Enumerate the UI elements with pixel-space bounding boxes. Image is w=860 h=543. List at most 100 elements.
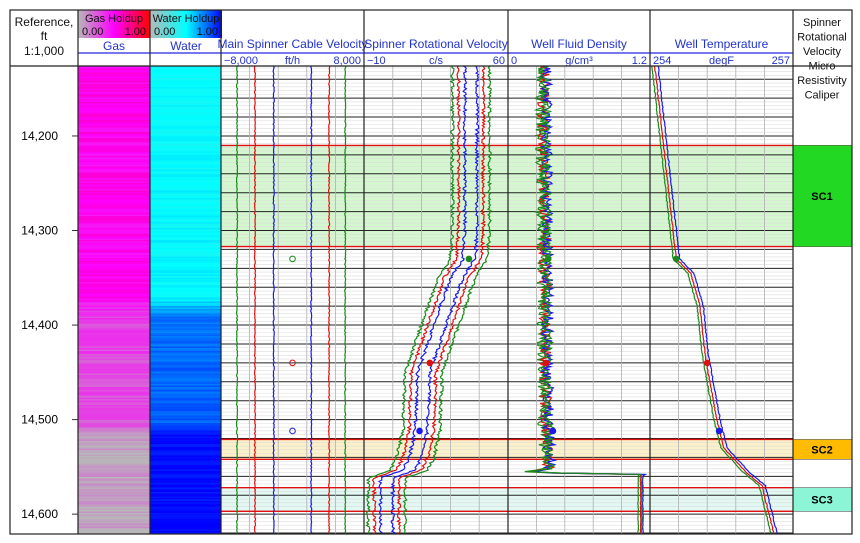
gas-holdup-sample bbox=[78, 514, 150, 517]
water-holdup-sample bbox=[150, 283, 221, 286]
gas-holdup-sample bbox=[78, 229, 150, 232]
water-holdup-sample bbox=[150, 444, 221, 446]
water-holdup-sample bbox=[150, 463, 221, 466]
water-holdup-sample bbox=[150, 88, 221, 91]
water-holdup-sample bbox=[150, 501, 221, 503]
water-holdup-sample bbox=[150, 466, 221, 469]
gas-holdup-sample bbox=[78, 321, 150, 323]
gas-holdup-sample bbox=[78, 418, 150, 421]
water-holdup-sample bbox=[150, 495, 221, 497]
water-holdup-sample bbox=[150, 438, 221, 440]
water-holdup-sample bbox=[150, 450, 221, 452]
gas-holdup-sample bbox=[78, 331, 150, 334]
water-holdup-sample bbox=[150, 252, 221, 254]
water-holdup-sample bbox=[150, 208, 221, 211]
gas-holdup-sample bbox=[78, 462, 150, 464]
gas-holdup-sample bbox=[78, 282, 150, 284]
water-holdup-sample bbox=[150, 237, 221, 239]
water-holdup-sample bbox=[150, 414, 221, 416]
gas-holdup-sample bbox=[78, 469, 150, 472]
water-holdup-sample bbox=[150, 139, 221, 142]
water-holdup-sample bbox=[150, 310, 221, 313]
water-holdup-title: Water Holdup bbox=[153, 13, 220, 25]
right-column-label: Caliper bbox=[805, 90, 840, 102]
water-holdup-sample bbox=[150, 427, 221, 430]
gas-holdup-sample bbox=[78, 486, 150, 488]
gas-holdup-sample bbox=[78, 450, 150, 452]
gas-holdup-label: Gas bbox=[103, 39, 125, 53]
gas-holdup-sample bbox=[78, 73, 150, 76]
gas-holdup-sample bbox=[78, 183, 150, 185]
temperature-track-title: Well Temperature bbox=[675, 37, 769, 51]
gas-holdup-sample bbox=[78, 300, 150, 302]
water-holdup-sample bbox=[150, 114, 221, 116]
water-holdup-sample bbox=[150, 528, 221, 530]
water-holdup-sample bbox=[150, 141, 221, 143]
water-holdup-sample bbox=[150, 346, 221, 349]
gas-holdup-sample bbox=[78, 472, 150, 475]
gas-holdup-sample bbox=[78, 118, 150, 121]
gas-holdup-sample bbox=[78, 222, 150, 224]
gas-holdup-sample bbox=[78, 417, 150, 419]
water-holdup-sample bbox=[150, 244, 221, 247]
water-holdup-sample bbox=[150, 420, 221, 422]
gas-holdup-sample bbox=[78, 159, 150, 161]
gas-holdup-title: Gas Holdup bbox=[85, 13, 143, 25]
water-holdup-sample bbox=[150, 378, 221, 380]
gas-holdup-sample bbox=[78, 168, 150, 170]
gas-holdup-sample bbox=[78, 493, 150, 496]
gas-holdup-sample bbox=[78, 181, 150, 184]
water-holdup-sample bbox=[150, 156, 221, 158]
water-holdup-sample bbox=[150, 154, 221, 157]
gas-holdup-sample bbox=[78, 144, 150, 146]
depth-scale-label: 1:1,000 bbox=[24, 44, 64, 58]
water-holdup-sample bbox=[150, 520, 221, 523]
gas-holdup-sample bbox=[78, 232, 150, 235]
water-holdup-sample bbox=[150, 123, 221, 125]
gas-holdup-sample bbox=[78, 373, 150, 376]
gas-holdup-sample bbox=[78, 250, 150, 253]
gas-holdup-sample bbox=[78, 495, 150, 497]
gas-holdup-sample bbox=[78, 490, 150, 493]
gas-holdup-sample bbox=[78, 319, 150, 322]
gas-holdup-sample bbox=[78, 121, 150, 124]
gas-holdup-sample bbox=[78, 97, 150, 100]
water-holdup-sample bbox=[150, 78, 221, 80]
water-holdup-sample bbox=[150, 318, 221, 320]
gas-holdup-sample bbox=[78, 255, 150, 257]
gas-holdup-sample bbox=[78, 133, 150, 136]
water-holdup-sample bbox=[150, 330, 221, 332]
water-holdup-sample bbox=[150, 502, 221, 505]
water-holdup-sample bbox=[150, 255, 221, 257]
water-holdup-sample bbox=[150, 360, 221, 362]
scale-min: −8,000 bbox=[224, 55, 258, 67]
scale-min: 0 bbox=[511, 55, 517, 67]
water-holdup-sample bbox=[150, 262, 221, 265]
water-holdup-sample bbox=[150, 315, 221, 317]
gas-holdup-sample bbox=[78, 70, 150, 73]
gas-holdup-sample bbox=[78, 102, 150, 104]
gas-holdup-sample bbox=[78, 408, 150, 410]
gas-holdup-sample bbox=[78, 316, 150, 319]
gas-holdup-sample bbox=[78, 235, 150, 238]
gas-holdup-sample bbox=[78, 511, 150, 514]
gas-holdup-sample bbox=[78, 414, 150, 416]
water-holdup-sample bbox=[150, 210, 221, 212]
gas-holdup-sample bbox=[78, 364, 150, 367]
depth-tick-label: 14,600 bbox=[21, 507, 58, 521]
water-holdup-sample bbox=[150, 370, 221, 373]
gas-holdup-sample bbox=[78, 151, 150, 154]
water-holdup-sample bbox=[150, 147, 221, 149]
water-holdup-sample bbox=[150, 375, 221, 377]
gas-holdup-sample bbox=[78, 313, 150, 316]
water-holdup-sample bbox=[150, 358, 221, 361]
gas-holdup-sample bbox=[78, 109, 150, 112]
gas-holdup-sample bbox=[78, 246, 150, 248]
water-holdup-sample bbox=[150, 87, 221, 89]
gas-holdup-sample bbox=[78, 460, 150, 463]
gas-holdup-sample bbox=[78, 210, 150, 212]
gas-holdup-sample bbox=[78, 367, 150, 370]
gas-holdup-sample bbox=[78, 342, 150, 344]
water-holdup-sample bbox=[150, 202, 221, 205]
water-holdup-sample bbox=[150, 193, 221, 196]
